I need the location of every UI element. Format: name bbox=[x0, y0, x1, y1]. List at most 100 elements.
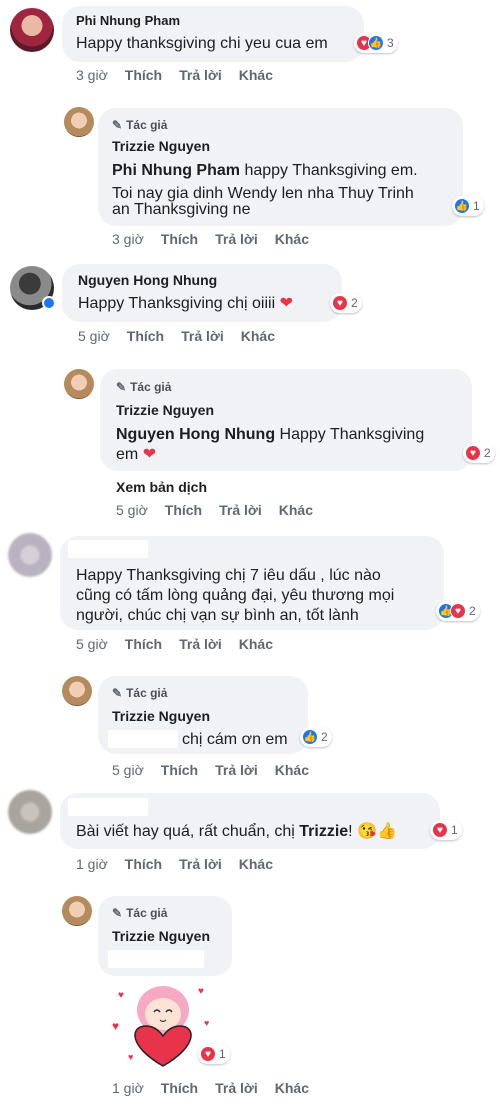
reply-author[interactable]: Trizzie Nguyen bbox=[112, 928, 210, 944]
reply-text: chị cám ơn em bbox=[182, 731, 288, 748]
svg-text:♥: ♥ bbox=[112, 1019, 119, 1033]
heart-icon: ♥ bbox=[332, 295, 348, 311]
svg-text:♥: ♥ bbox=[198, 986, 204, 997]
avatar[interactable] bbox=[8, 533, 52, 577]
comment-actions: 5 giờ Thích Trả lời Khác bbox=[78, 328, 292, 344]
comment-text: người, chúc chị vạn sự bình an, tốt lành bbox=[76, 607, 359, 624]
reaction-summary[interactable]: 👍 2 bbox=[300, 727, 332, 747]
avatar[interactable] bbox=[62, 896, 92, 926]
author-badge: ✎ Tác giả bbox=[112, 906, 168, 920]
red-heart-emoji-icon: ❤ bbox=[142, 446, 157, 463]
pencil-icon: ✎ bbox=[112, 906, 123, 920]
comment-actions: 3 giờ Thích Trả lời Khác bbox=[76, 67, 290, 83]
see-translation-link[interactable]: Xem bản dịch bbox=[116, 479, 207, 495]
hidden-author-name bbox=[68, 798, 148, 816]
like-link[interactable]: Thích bbox=[127, 328, 164, 344]
avatar[interactable] bbox=[8, 790, 52, 834]
like-icon: 👍 bbox=[302, 729, 318, 745]
reply-actions: 1 giờ Thích Trả lời Khác bbox=[112, 1080, 326, 1096]
thumbs-up-emoji-icon: 👍 bbox=[376, 823, 397, 840]
like-link[interactable]: Thích bbox=[125, 67, 162, 83]
comment-time[interactable]: 5 giờ bbox=[78, 328, 110, 344]
reaction-summary[interactable]: 👍 ♥ 2 bbox=[436, 601, 480, 621]
hidden-mention bbox=[108, 950, 204, 968]
reaction-summary[interactable]: ♥ 2 bbox=[463, 443, 495, 463]
kissing-emoji-icon: 😘 bbox=[357, 823, 377, 840]
comment-author[interactable]: Nguyen Hong Nhung bbox=[78, 272, 217, 288]
more-link[interactable]: Khác bbox=[239, 636, 273, 652]
svg-text:♥: ♥ bbox=[204, 1018, 209, 1028]
avatar[interactable] bbox=[10, 8, 54, 52]
heart-icon: ♥ bbox=[465, 445, 481, 461]
more-link[interactable]: Khác bbox=[275, 762, 309, 778]
reply-time[interactable]: 5 giờ bbox=[112, 762, 144, 778]
reply-time[interactable]: 3 giờ bbox=[112, 231, 144, 247]
author-badge: ✎ Tác giả bbox=[112, 118, 168, 132]
reply-link[interactable]: Trả lời bbox=[179, 636, 222, 652]
pencil-icon: ✎ bbox=[116, 380, 127, 394]
avatar[interactable] bbox=[62, 676, 92, 706]
like-link[interactable]: Thích bbox=[161, 231, 198, 247]
comment-text: Happy Thanksgiving chị oiiii ❤ bbox=[78, 295, 293, 312]
heart-icon: ♥ bbox=[432, 822, 448, 838]
reply-actions: 3 giờ Thích Trả lời Khác bbox=[112, 231, 326, 247]
reaction-summary[interactable]: ♥ 1 bbox=[430, 820, 462, 840]
more-link[interactable]: Khác bbox=[241, 328, 275, 344]
mention[interactable]: Nguyen Hong Nhung bbox=[116, 426, 275, 443]
avatar[interactable] bbox=[64, 107, 94, 137]
reply-text: Phi Nhung Pham happy Thanksgiving em. bbox=[112, 162, 418, 179]
more-link[interactable]: Khác bbox=[275, 231, 309, 247]
comment-time[interactable]: 1 giờ bbox=[76, 856, 108, 872]
pencil-icon: ✎ bbox=[112, 686, 123, 700]
reply-author[interactable]: Trizzie Nguyen bbox=[112, 708, 210, 724]
like-link[interactable]: Thích bbox=[165, 502, 202, 518]
comment-time[interactable]: 3 giờ bbox=[76, 67, 108, 83]
author-badge: ✎ Tác giả bbox=[116, 380, 172, 394]
reaction-summary[interactable]: ♥ 2 bbox=[330, 293, 362, 313]
avatar[interactable] bbox=[64, 369, 94, 399]
reply-link[interactable]: Trả lời bbox=[219, 502, 262, 518]
comment-actions: 1 giờ Thích Trả lời Khác bbox=[76, 856, 290, 872]
hidden-author-name bbox=[68, 540, 148, 558]
reaction-summary[interactable]: ♥ 1 bbox=[198, 1044, 230, 1064]
heart-icon: ♥ bbox=[200, 1046, 216, 1062]
like-link[interactable]: Thích bbox=[161, 762, 198, 778]
svg-text:♥: ♥ bbox=[118, 990, 124, 1001]
like-link[interactable]: Thích bbox=[161, 1080, 198, 1096]
red-heart-emoji-icon: ❤ bbox=[279, 295, 293, 312]
mention[interactable]: Trizzie bbox=[299, 823, 348, 840]
reply-time[interactable]: 1 giờ bbox=[112, 1080, 144, 1096]
more-link[interactable]: Khác bbox=[239, 856, 273, 872]
mention[interactable]: Phi Nhung Pham bbox=[112, 162, 240, 179]
pencil-icon: ✎ bbox=[112, 118, 123, 132]
comment-text: Bài viết hay quá, rất chuẩn, chị Trizzie… bbox=[76, 823, 397, 840]
comment-text: Happy thanksgiving chi yeu cua em bbox=[76, 35, 328, 52]
like-link[interactable]: Thích bbox=[125, 636, 162, 652]
like-icon: 👍 bbox=[368, 35, 384, 51]
more-link[interactable]: Khác bbox=[275, 1080, 309, 1096]
comment-text: Happy Thanksgiving chị 7 iêu dấu , lúc n… bbox=[76, 567, 381, 584]
like-icon: 👍 bbox=[454, 198, 470, 214]
reply-link[interactable]: Trả lời bbox=[181, 328, 224, 344]
reply-link[interactable]: Trả lời bbox=[215, 231, 258, 247]
reply-link[interactable]: Trả lời bbox=[179, 67, 222, 83]
reply-link[interactable]: Trả lời bbox=[215, 1080, 258, 1096]
comment-time[interactable]: 5 giờ bbox=[76, 636, 108, 652]
reply-actions: 5 giờ Thích Trả lời Khác bbox=[112, 762, 326, 778]
like-link[interactable]: Thích bbox=[125, 856, 162, 872]
comment-author[interactable]: Phi Nhung Pham bbox=[76, 13, 180, 28]
reply-author[interactable]: Trizzie Nguyen bbox=[112, 138, 210, 154]
reply-time[interactable]: 5 giờ bbox=[116, 502, 148, 518]
more-link[interactable]: Khác bbox=[239, 67, 273, 83]
reply-link[interactable]: Trả lời bbox=[179, 856, 222, 872]
more-link[interactable]: Khác bbox=[279, 502, 313, 518]
reaction-summary[interactable]: ♥ 👍 3 bbox=[354, 33, 398, 53]
reply-text: em ❤ bbox=[116, 446, 157, 463]
reaction-summary[interactable]: 👍 1 bbox=[452, 196, 484, 216]
reply-author[interactable]: Trizzie Nguyen bbox=[116, 402, 214, 418]
reply-link[interactable]: Trả lời bbox=[215, 762, 258, 778]
reply-actions: 5 giờ Thích Trả lời Khác bbox=[116, 502, 330, 518]
author-badge: ✎ Tác giả bbox=[112, 686, 168, 700]
comment-actions: 5 giờ Thích Trả lời Khác bbox=[76, 636, 290, 652]
reply-text: Nguyen Hong Nhung Happy Thanksgiving bbox=[116, 426, 425, 443]
